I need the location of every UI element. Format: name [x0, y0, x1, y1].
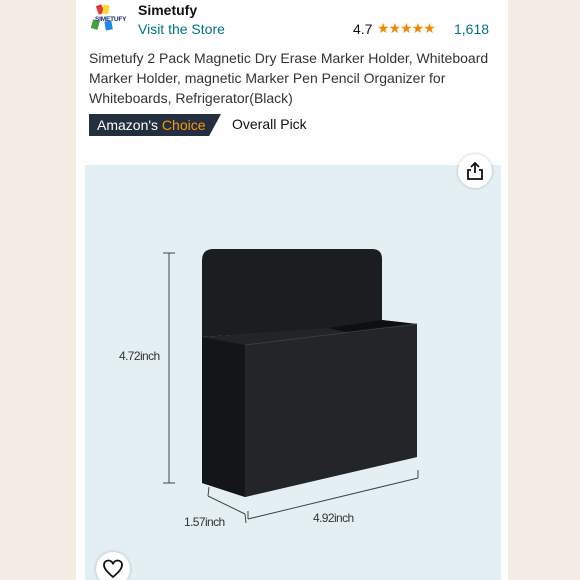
rating-stars[interactable]: ★★★★★ — [377, 20, 436, 37]
visit-store-link[interactable]: Visit the Store — [138, 21, 225, 37]
share-button[interactable] — [458, 154, 492, 188]
product-title: Simetufy 2 Pack Magnetic Dry Erase Marke… — [89, 50, 489, 106]
overall-pick-label: Overall Pick — [232, 116, 307, 132]
brand-name: Simetufy — [138, 2, 198, 18]
brand-logo-text: SIMETUFY — [95, 16, 127, 23]
wishlist-button[interactable] — [96, 552, 130, 580]
product-card: SIMETUFY Simetufy Visit the Store 4.7 ★★… — [76, 0, 508, 580]
dimension-depth-label: 1.57inch — [184, 515, 225, 529]
star-icon: ★★★★★ — [377, 20, 436, 36]
product-image-illustration — [163, 249, 419, 524]
amazons-choice-badge[interactable]: Amazon's Choice — [89, 114, 221, 136]
share-icon — [467, 161, 483, 180]
brand-logo[interactable]: SIMETUFY — [89, 3, 133, 33]
product-image[interactable]: 4.72inch 1.57inch 4.92inch — [85, 165, 501, 580]
heart-icon — [103, 559, 123, 579]
dimension-width-label: 4.92inch — [313, 511, 354, 525]
badge-choice-highlight: Choice — [161, 117, 206, 133]
dimension-height-label: 4.72inch — [119, 349, 160, 363]
rating-value: 4.7 — [353, 21, 373, 37]
badge-prefix: Amazon's — [97, 117, 159, 133]
reviews-count-link[interactable]: 1,618 — [454, 21, 489, 37]
